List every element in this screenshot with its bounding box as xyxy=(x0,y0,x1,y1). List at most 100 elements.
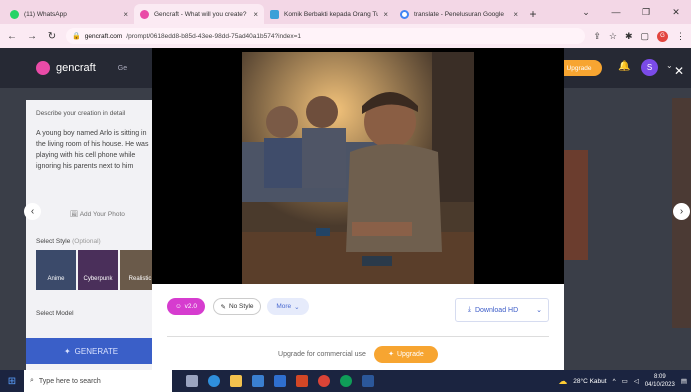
generate-button[interactable]: ✦ GENERATE xyxy=(26,338,156,364)
chrome-icon[interactable] xyxy=(318,375,330,387)
modal-divider xyxy=(167,336,549,337)
url-host: gencraft.com xyxy=(84,32,123,40)
window-controls: ⌄ — ❐ ✕ xyxy=(571,0,691,24)
system-tray: ☁ 28°C Kabut ^ ▭ ◁ 8:09 04/10/2023 ▤ xyxy=(558,370,691,392)
no-style-button[interactable]: ✎ No Style xyxy=(213,298,261,315)
address-toolbar: ← → ↻ 🔒 gencraft.com/prompt/0618edd8-b85… xyxy=(0,24,691,48)
weather-text[interactable]: 28°C Kabut xyxy=(573,378,606,385)
menu-icon[interactable]: ⋮ xyxy=(676,31,685,42)
previous-image-button[interactable]: ‹ xyxy=(24,203,41,220)
taskbar-search[interactable]: ⌕ Type here to search xyxy=(24,370,172,392)
close-tab-icon[interactable]: × xyxy=(513,10,518,19)
select-style-text: Select Style xyxy=(36,238,71,245)
next-image-button[interactable]: › xyxy=(673,203,690,220)
edge-icon[interactable] xyxy=(208,375,220,387)
windows-taskbar: ⊞ ⌕ Type here to search ☁ 28°C Kabut ^ ▭… xyxy=(0,370,691,392)
windows-start-icon[interactable]: ⊞ xyxy=(0,370,24,392)
office-icon[interactable] xyxy=(296,375,308,387)
version-label: v2.0 xyxy=(184,303,197,310)
user-avatar[interactable]: S xyxy=(641,59,658,76)
close-tab-icon[interactable]: × xyxy=(383,10,388,19)
chevron-down-icon[interactable]: ⌄ xyxy=(666,61,673,70)
prompt-panel: Describe your creation in detail A young… xyxy=(26,100,160,370)
prompt-textarea[interactable]: A young boy named Arlo is sitting in the… xyxy=(36,128,156,172)
bell-icon[interactable]: 🔔 xyxy=(618,61,630,72)
whatsapp-icon xyxy=(10,9,19,19)
notifications-icon[interactable]: ▤ xyxy=(681,377,687,385)
logo-text: gencraft xyxy=(56,62,96,74)
clock[interactable]: 8:09 04/10/2023 xyxy=(645,373,675,389)
clock-time: 8:09 xyxy=(653,374,666,380)
style-anime[interactable]: Anime xyxy=(36,250,76,290)
back-icon[interactable]: ← xyxy=(6,31,18,42)
page-icon xyxy=(270,9,279,19)
header-nav[interactable]: Ge xyxy=(118,65,127,72)
image-container xyxy=(152,48,564,284)
tray-chevron-icon[interactable]: ^ xyxy=(613,378,616,385)
close-window-icon[interactable]: ✕ xyxy=(661,0,691,24)
mail-icon[interactable] xyxy=(274,375,286,387)
download-label: Download HD xyxy=(474,306,519,314)
download-main[interactable]: ⤓ Download HD xyxy=(456,306,530,314)
style-list: Anime Cyberpunk Realistic xyxy=(36,250,160,290)
tab-gencraft[interactable]: Gencraft - What will you create? × xyxy=(134,4,264,24)
weather-icon: ☁ xyxy=(558,375,568,386)
tab-label: translate - Penelusuran Google xyxy=(414,10,504,18)
download-icon: ⤓ xyxy=(467,306,471,313)
tab-label: (11) WhatsApp xyxy=(24,10,67,18)
close-modal-icon[interactable]: ✕ xyxy=(674,64,684,78)
more-label: More xyxy=(276,303,292,310)
gencraft-logo-icon xyxy=(36,61,50,75)
tab-search-icon[interactable]: ⌄ xyxy=(571,0,601,24)
add-photo-button[interactable]: 🖼 Add Your Photo xyxy=(70,210,125,218)
close-tab-icon[interactable]: × xyxy=(253,10,258,19)
chrome-profile-icon[interactable] xyxy=(340,375,352,387)
tab-whatsapp[interactable]: (11) WhatsApp × xyxy=(4,4,134,24)
generate-label: GENERATE xyxy=(74,346,119,356)
browser-tools: ⇪ ☆ ✱ ▢ G ⋮ xyxy=(593,30,685,42)
star-icon: ✦ xyxy=(388,351,394,358)
select-model-label: Select Model xyxy=(36,310,74,317)
extensions-icon[interactable]: ✱ xyxy=(625,31,633,42)
select-style-hint: (Optional) xyxy=(72,238,101,245)
tab-google[interactable]: translate - Penelusuran Google × xyxy=(394,4,524,24)
more-button[interactable]: More ⌄ xyxy=(267,298,309,315)
new-tab-button[interactable]: + xyxy=(524,4,542,24)
url-bar[interactable]: 🔒 gencraft.com/prompt/0618edd8-b85d-43ee… xyxy=(66,28,586,44)
image-toolbar: ☺ v2.0 ✎ No Style More ⌄ ⤓ Download HD ⌄ xyxy=(167,298,549,322)
network-icon[interactable]: ▭ xyxy=(622,377,628,385)
task-view-icon[interactable] xyxy=(186,375,198,387)
forward-icon[interactable]: → xyxy=(26,31,38,42)
taskbar-apps xyxy=(186,375,374,387)
profile-avatar[interactable]: G xyxy=(657,30,668,42)
download-options-chevron-icon[interactable]: ⌄ xyxy=(530,306,548,314)
reload-icon[interactable]: ↻ xyxy=(46,31,58,42)
upgrade-button[interactable]: ✦ Upgrade xyxy=(373,345,438,363)
maximize-icon[interactable]: ❐ xyxy=(631,0,661,24)
word-icon[interactable] xyxy=(362,375,374,387)
file-explorer-icon[interactable] xyxy=(230,375,242,387)
style-cyberpunk[interactable]: Cyberpunk xyxy=(78,250,118,290)
chevron-down-icon: ⌄ xyxy=(294,303,300,311)
bookmark-star-icon[interactable]: ☆ xyxy=(609,31,617,42)
url-path: /prompt/0618edd8-b85d-43ee-98dd-75ad40a1… xyxy=(126,32,302,40)
generated-image xyxy=(242,52,474,284)
thumbnail-preview[interactable] xyxy=(564,150,588,260)
download-hd-button[interactable]: ⤓ Download HD ⌄ xyxy=(455,298,549,322)
sidebar-icon[interactable]: ▢ xyxy=(640,31,649,42)
tab-komik[interactable]: Komik Berbakti kepada Orang Tua × xyxy=(264,4,394,24)
describe-label: Describe your creation in detail xyxy=(36,110,126,117)
close-tab-icon[interactable]: × xyxy=(123,10,128,19)
no-style-label: No Style xyxy=(228,303,254,310)
tab-label: Komik Berbakti kepada Orang Tua xyxy=(284,10,379,18)
store-icon[interactable] xyxy=(252,375,264,387)
minimize-icon[interactable]: — xyxy=(601,0,631,24)
brush-icon: ✎ xyxy=(220,303,226,311)
version-button[interactable]: ☺ v2.0 xyxy=(167,298,205,315)
volume-icon[interactable]: ◁ xyxy=(634,377,639,385)
sparkle-icon: ✦ xyxy=(63,346,71,356)
add-photo-label: Add Your Photo xyxy=(79,211,125,218)
gencraft-logo[interactable]: gencraft xyxy=(36,61,96,75)
share-icon[interactable]: ⇪ xyxy=(593,31,601,42)
search-placeholder: Type here to search xyxy=(38,377,101,385)
